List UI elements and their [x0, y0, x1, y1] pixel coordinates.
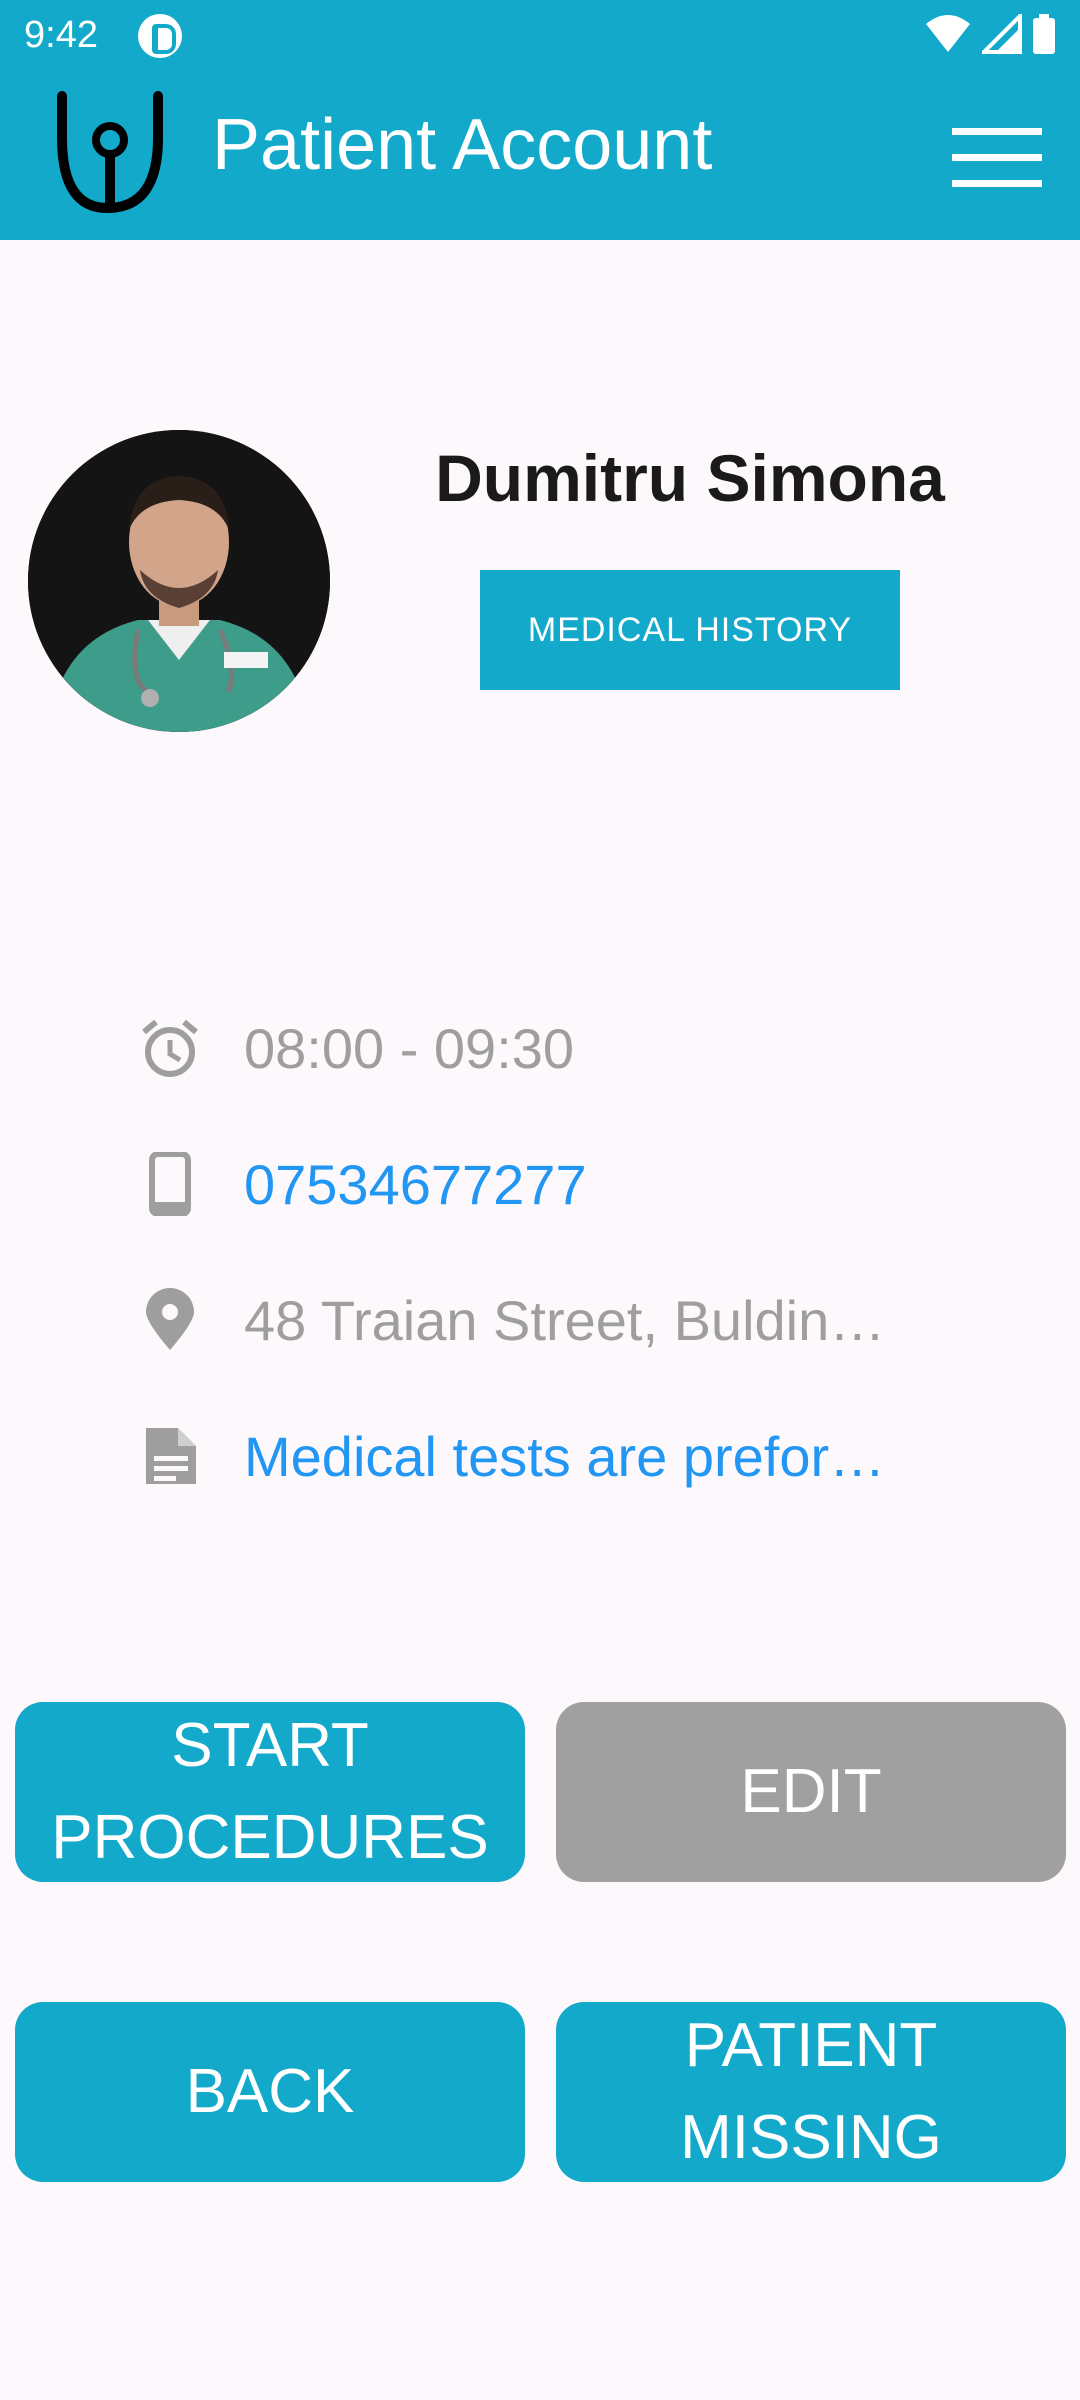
stethoscope-icon [57, 91, 163, 214]
alarm-clock-icon [138, 1016, 202, 1080]
wifi-icon [926, 15, 970, 52]
start-procedures-button[interactable]: START PROCEDURES [15, 1702, 525, 1882]
start-procedures-label: START PROCEDURES [51, 1711, 489, 1872]
address-row: 48 Traian Street, Buldin… [138, 1280, 885, 1360]
battery-icon [1033, 14, 1055, 54]
edit-button[interactable]: EDIT [556, 1702, 1066, 1882]
back-label: BACK [185, 2057, 355, 2126]
appointment-time-text: 08:00 - 09:30 [244, 1017, 575, 1080]
document-icon [138, 1424, 202, 1488]
location-pin-icon [138, 1288, 202, 1352]
status-time: 9:42 [24, 14, 98, 56]
notification-app-icon [138, 14, 182, 58]
phone-number-link[interactable]: 07534677277 [244, 1152, 964, 1217]
appointment-time-row: 08:00 - 09:30 [138, 1008, 574, 1088]
patient-name: Dumitru Simona [435, 441, 945, 515]
medical-history-button[interactable]: MEDICAL HISTORY [480, 570, 900, 690]
address-text: 48 Traian Street, Buldin… [244, 1289, 886, 1352]
hamburger-menu-icon[interactable] [952, 128, 1042, 188]
cell-signal-icon [982, 14, 1022, 54]
avatar [28, 430, 330, 732]
patient-missing-button[interactable]: PATIENT MISSING [556, 2002, 1066, 2182]
status-icons [924, 14, 1056, 54]
app-bar: 9:42 Patient Account [0, 0, 1080, 240]
page-title: Patient Account [212, 105, 713, 185]
edit-label: EDIT [740, 1757, 882, 1826]
phone-row[interactable]: 07534677277 [138, 1144, 587, 1224]
doctor-photo [28, 430, 330, 732]
back-button[interactable]: BACK [15, 2002, 525, 2182]
patient-missing-label: PATIENT MISSING [680, 2011, 942, 2172]
phone-icon [138, 1152, 202, 1216]
notes-row[interactable]: Medical tests are prefor… [138, 1416, 885, 1496]
medical-notes-link[interactable]: Medical tests are prefor… [244, 1424, 964, 1489]
